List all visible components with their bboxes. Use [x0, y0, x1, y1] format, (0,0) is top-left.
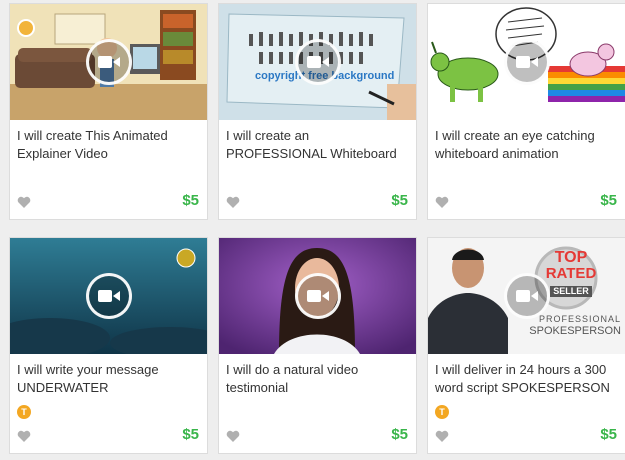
- gig-card[interactable]: I will create This Animated Explainer Vi…: [9, 3, 208, 220]
- gig-thumbnail[interactable]: [10, 238, 207, 354]
- gig-price: $5: [391, 426, 408, 443]
- gig-title[interactable]: I will create an PROFESSIONAL Whiteboard: [226, 127, 411, 163]
- gig-price: $5: [182, 426, 199, 443]
- heart-icon[interactable]: [17, 430, 31, 443]
- gig-thumbnail[interactable]: TOP RATED SELLER PROFESSIONAL SPOKESPERS…: [428, 238, 625, 354]
- gig-title[interactable]: I will create This Animated Explainer Vi…: [17, 127, 202, 163]
- gig-title[interactable]: I will do a natural video testimonial: [226, 361, 411, 397]
- gig-price: $5: [600, 192, 617, 209]
- gig-price: $5: [391, 192, 408, 209]
- gig-card[interactable]: I will do a natural video testimonial $5: [218, 237, 417, 454]
- video-camera-icon[interactable]: [294, 273, 341, 319]
- video-camera-icon[interactable]: [503, 39, 550, 85]
- gig-price: $5: [182, 192, 199, 209]
- video-camera-icon[interactable]: [503, 273, 550, 319]
- heart-icon[interactable]: [226, 196, 240, 209]
- heart-icon[interactable]: [226, 430, 240, 443]
- gig-title[interactable]: I will write your message UNDERWATER: [17, 361, 202, 397]
- gig-card[interactable]: I will create an eye catching whiteboard…: [427, 3, 625, 220]
- heart-icon[interactable]: [435, 430, 449, 443]
- gig-thumbnail[interactable]: [219, 238, 416, 354]
- heart-icon[interactable]: [435, 196, 449, 209]
- gig-card[interactable]: I will write your message UNDERWATER T $…: [9, 237, 208, 454]
- heart-icon[interactable]: [17, 196, 31, 209]
- gig-card[interactable]: copyright free background I will create …: [218, 3, 417, 220]
- video-camera-icon[interactable]: [85, 273, 132, 319]
- video-camera-icon[interactable]: [294, 39, 341, 85]
- thumb-caption-spokesperson: SPOKESPERSON: [529, 325, 621, 337]
- video-camera-icon[interactable]: [85, 39, 132, 85]
- gig-grid: I will create This Animated Explainer Vi…: [0, 0, 625, 460]
- gig-thumbnail[interactable]: [428, 4, 625, 120]
- seal-line-top: TOP: [554, 249, 588, 266]
- gig-thumbnail[interactable]: [10, 4, 207, 120]
- gig-title[interactable]: I will deliver in 24 hours a 300 word sc…: [435, 361, 620, 397]
- seal-line-seller: SELLER: [550, 286, 592, 297]
- top-rated-badge-icon: T: [17, 405, 31, 419]
- thumb-caption-professional: PROFESSIONAL: [538, 314, 621, 324]
- seal-line-rated: RATED: [545, 265, 597, 282]
- gig-title[interactable]: I will create an eye catching whiteboard…: [435, 127, 620, 163]
- gig-card[interactable]: TOP RATED SELLER PROFESSIONAL SPOKESPERS…: [427, 237, 625, 454]
- gig-thumbnail[interactable]: copyright free background: [219, 4, 416, 120]
- top-rated-badge-icon: T: [435, 405, 449, 419]
- gig-price: $5: [600, 426, 617, 443]
